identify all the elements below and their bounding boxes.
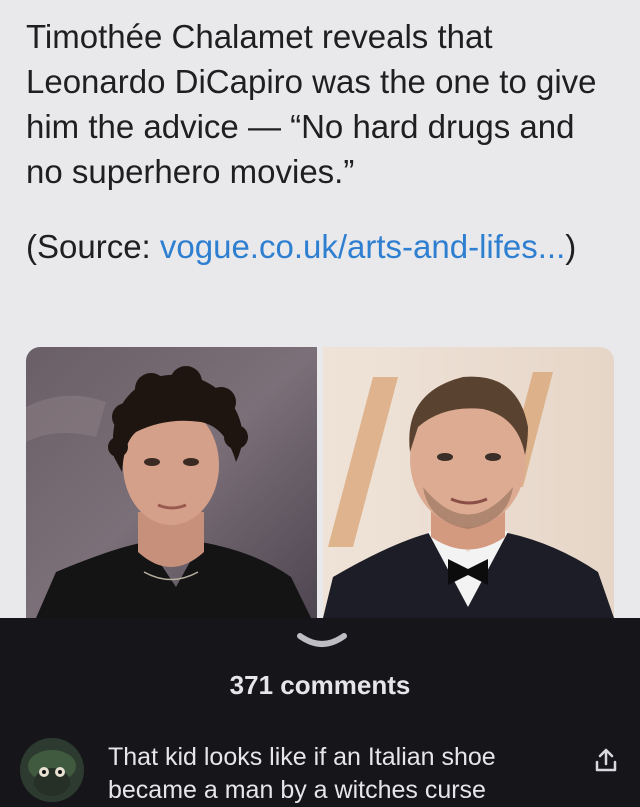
source-suffix: ) xyxy=(565,228,577,265)
avatar[interactable] xyxy=(20,738,84,802)
share-icon[interactable] xyxy=(592,746,620,774)
comment-text: That kid looks like if an Italian shoe b… xyxy=(108,743,496,804)
source-prefix: (Source: xyxy=(26,228,160,265)
post-headline: Timothée Chalamet reveals that Leonardo … xyxy=(26,18,597,190)
post-source: (Source: vogue.co.uk/arts-and-lifes...) xyxy=(26,224,616,269)
chevron-down-icon[interactable] xyxy=(296,630,348,652)
photo-right[interactable] xyxy=(323,347,614,618)
post-card: Timothée Chalamet reveals that Leonardo … xyxy=(0,0,640,618)
photo-left[interactable] xyxy=(26,347,317,618)
comments-count[interactable]: 371 comments xyxy=(0,668,640,702)
source-link[interactable]: vogue.co.uk/arts-and-lifes... xyxy=(160,228,565,265)
